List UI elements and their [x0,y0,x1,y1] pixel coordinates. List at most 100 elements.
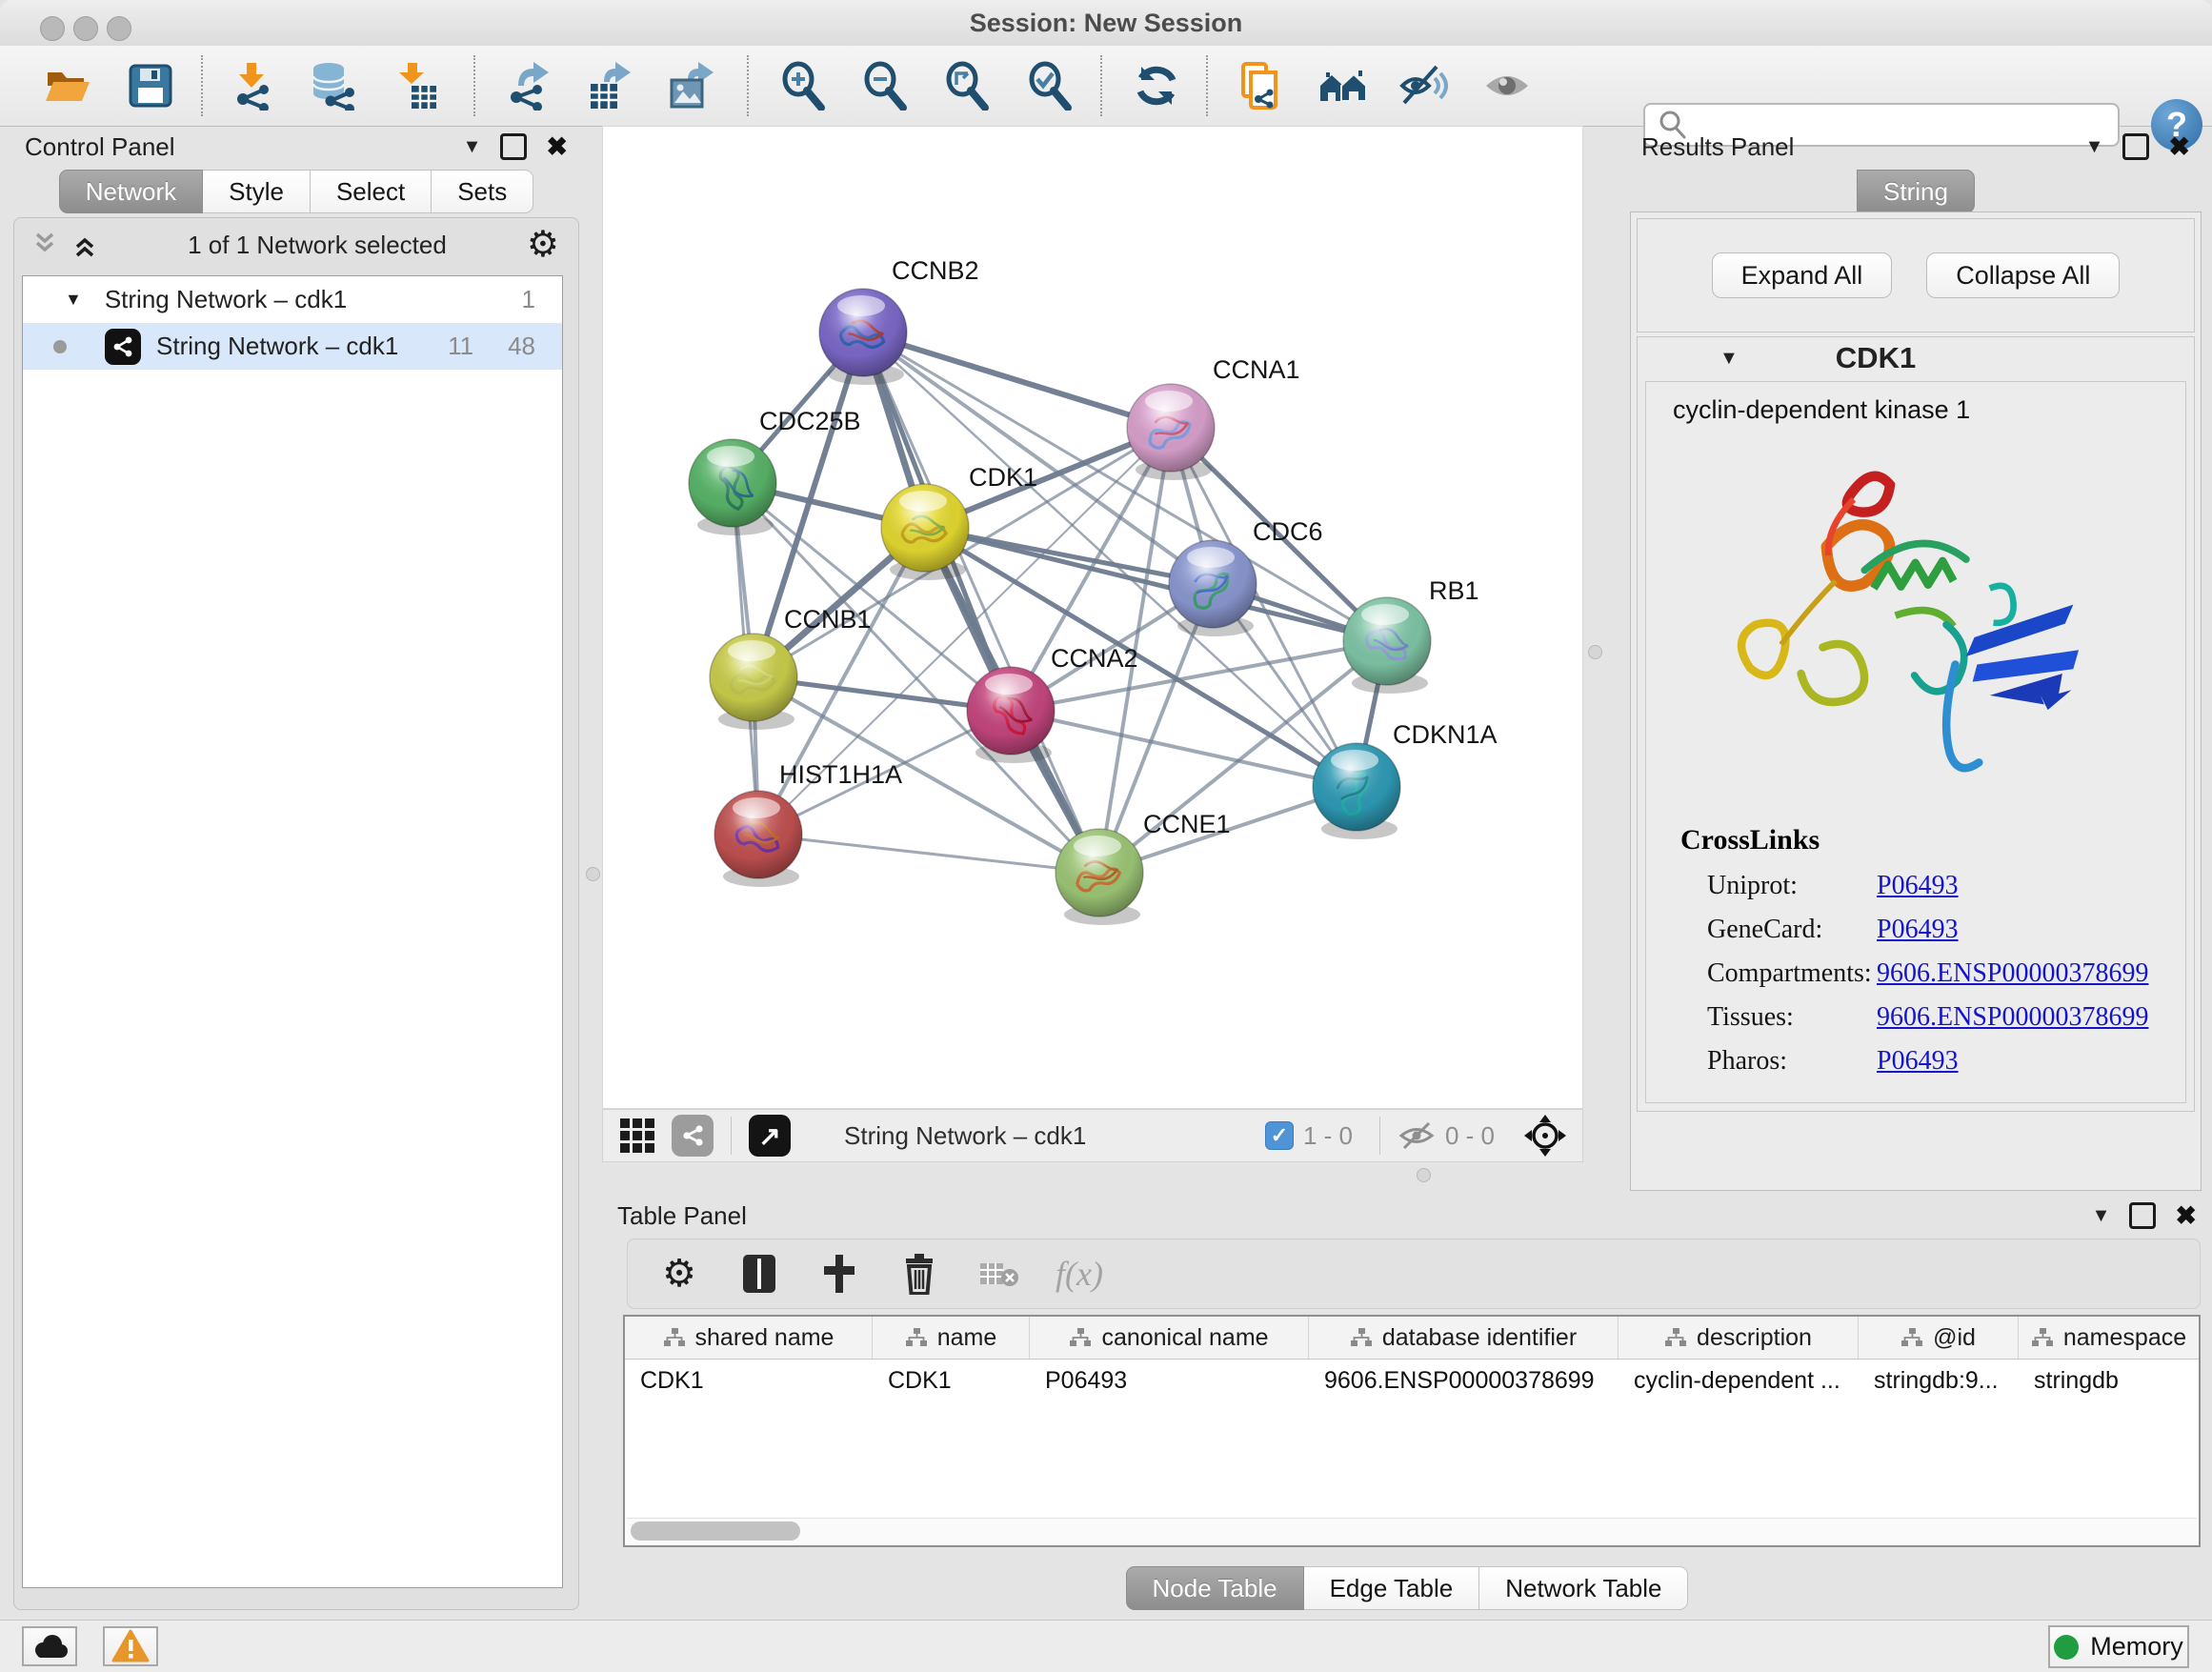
export-image-button[interactable] [667,61,716,111]
network-list: ▼ String Network – cdk1 1 String Network… [22,275,563,1588]
network-edge[interactable] [863,332,1099,873]
right-divider-handle[interactable] [1588,645,1602,659]
expand-all-button[interactable]: Expand All [1712,252,1893,298]
network-edge[interactable] [1011,711,1357,787]
collapse-all-button[interactable]: Collapse All [1926,252,2120,298]
table-cell[interactable]: 9606.ENSP00000378699 [1309,1360,1619,1401]
panel-menu-icon[interactable]: ▼ [2085,136,2104,158]
network-collection-row[interactable]: ▼ String Network – cdk1 1 [23,276,562,323]
table-row[interactable]: CDK1CDK1P064939606.ENSP00000378699cyclin… [625,1360,2199,1401]
tab-select[interactable]: Select [311,170,432,213]
tab-string[interactable]: String [1857,170,1975,213]
close-panel-icon[interactable]: ✖ [546,134,568,160]
network-edge[interactable] [863,332,1171,428]
float-panel-icon[interactable] [2122,133,2149,160]
network-edge[interactable] [758,835,1099,873]
table-cell[interactable]: cyclin-dependent ... [1619,1360,1859,1401]
tab-sets[interactable]: Sets [432,170,533,213]
network-node-ccnb1[interactable]: CCNB1 [710,605,872,730]
network-row[interactable]: String Network – cdk1 11 48 [23,323,562,370]
birdseye-view-button[interactable]: ↗ [749,1115,791,1157]
tab-network-table[interactable]: Network Table [1479,1566,1688,1610]
column-header-name[interactable]: name [873,1317,1030,1359]
network-node-ccne1[interactable]: CCNE1 [1056,810,1231,925]
network-canvas[interactable]: CCNB2CCNA1CDC25BCDK1CDC6RB1CCNB1CCNA2CDK… [602,126,1583,1109]
import-network-button[interactable] [228,61,277,111]
column-header-namespace[interactable]: namespace [2019,1317,2200,1359]
cloud-status-button[interactable] [22,1626,77,1666]
table-cell[interactable]: stringdb [2019,1360,2200,1401]
export-table-button[interactable] [585,61,634,111]
crosslink-link[interactable]: 9606.ENSP00000378699 [1877,1002,2148,1033]
network-node-cdkn1a[interactable]: CDKN1A [1313,720,1498,839]
open-session-button[interactable] [43,61,92,111]
column-header-id[interactable]: @id [1859,1317,2019,1359]
collection-caret-icon[interactable]: ▼ [65,290,82,310]
close-panel-icon[interactable]: ✖ [2175,1203,2197,1229]
duplicate-network-button[interactable] [1234,61,1283,111]
collapse-all-icon[interactable] [33,231,68,259]
selected-indicator-checkbox[interactable]: ✓ [1265,1121,1294,1150]
function-builder-button[interactable]: f(x) [1058,1253,1100,1295]
import-network-from-database-button[interactable] [308,61,357,111]
crosslink-link[interactable]: P06493 [1877,1046,1959,1077]
close-window-button[interactable] [40,16,65,41]
cytoscape-window: { "window": { "title": "Session: New Ses… [0,0,2212,1671]
zoom-fit-button[interactable] [942,61,992,111]
float-panel-icon[interactable] [2129,1202,2156,1229]
close-panel-icon[interactable]: ✖ [2168,134,2190,160]
table-cell[interactable]: CDK1 [873,1360,1030,1401]
crosslink-link[interactable]: P06493 [1877,915,1959,945]
save-session-button[interactable] [126,61,175,111]
show-graphics-button[interactable] [1482,61,1532,111]
network-node-hist1h1a[interactable]: HIST1H1A [714,760,902,887]
column-header-canonicalname[interactable]: canonical name [1030,1317,1309,1359]
expand-all-icon[interactable] [73,231,108,259]
create-column-button[interactable] [818,1253,860,1295]
zoom-out-button[interactable] [860,61,910,111]
network-options-gear-icon[interactable]: ⚙ [527,227,559,263]
expand-collapse-bar: Expand All Collapse All [1637,218,2195,332]
column-header-databaseidentifier[interactable]: database identifier [1309,1317,1619,1359]
column-header-description[interactable]: description [1619,1317,1859,1359]
table-cell[interactable]: P06493 [1030,1360,1309,1401]
table-cell[interactable]: stringdb:9... [1859,1360,2019,1401]
home-button[interactable] [1318,61,1368,111]
scrollbar-thumb[interactable] [631,1521,800,1541]
memory-button[interactable]: Memory [2048,1625,2189,1668]
panel-menu-icon[interactable]: ▼ [2092,1205,2111,1227]
column-header-sharedname[interactable]: shared name [625,1317,873,1359]
zoom-in-button[interactable] [778,61,828,111]
left-divider-handle[interactable] [586,867,600,881]
network-node-rb1[interactable]: RB1 [1343,576,1479,694]
zoom-window-button[interactable] [107,16,131,41]
gene-collapse-caret-icon[interactable]: ▼ [1719,348,1739,370]
tab-style[interactable]: Style [203,170,311,213]
tab-network[interactable]: Network [59,170,203,213]
grid-view-icon[interactable] [618,1117,656,1155]
panel-menu-icon[interactable]: ▼ [463,136,482,158]
hide-graphics-button[interactable] [1398,61,1448,111]
clear-table-button[interactable] [978,1253,1020,1295]
export-network-button[interactable] [505,61,554,111]
import-table-button[interactable] [391,61,440,111]
network-share-view-button[interactable] [672,1115,714,1157]
network-node-ccna1[interactable]: CCNA1 [1127,355,1300,480]
fit-content-crosshair-icon[interactable] [1523,1114,1567,1158]
tab-node-table[interactable]: Node Table [1126,1566,1304,1610]
tab-edge-table[interactable]: Edge Table [1304,1566,1480,1610]
hidden-eye-slash-icon[interactable] [1398,1119,1436,1152]
zoom-selected-button[interactable] [1025,61,1075,111]
table-cell[interactable]: CDK1 [625,1360,873,1401]
warnings-button[interactable] [103,1626,158,1666]
show-columns-button[interactable] [738,1253,780,1295]
toolbar-separator [1379,1117,1380,1155]
delete-column-button[interactable] [898,1253,940,1295]
refresh-button[interactable] [1132,61,1181,111]
crosslink-link[interactable]: 9606.ENSP00000378699 [1877,958,2148,989]
table-options-button[interactable]: ⚙ [658,1253,700,1295]
minimize-window-button[interactable] [73,16,98,41]
crosslink-link[interactable]: P06493 [1877,871,1959,901]
float-panel-icon[interactable] [500,133,527,160]
bottom-divider-handle[interactable] [1417,1168,1431,1182]
